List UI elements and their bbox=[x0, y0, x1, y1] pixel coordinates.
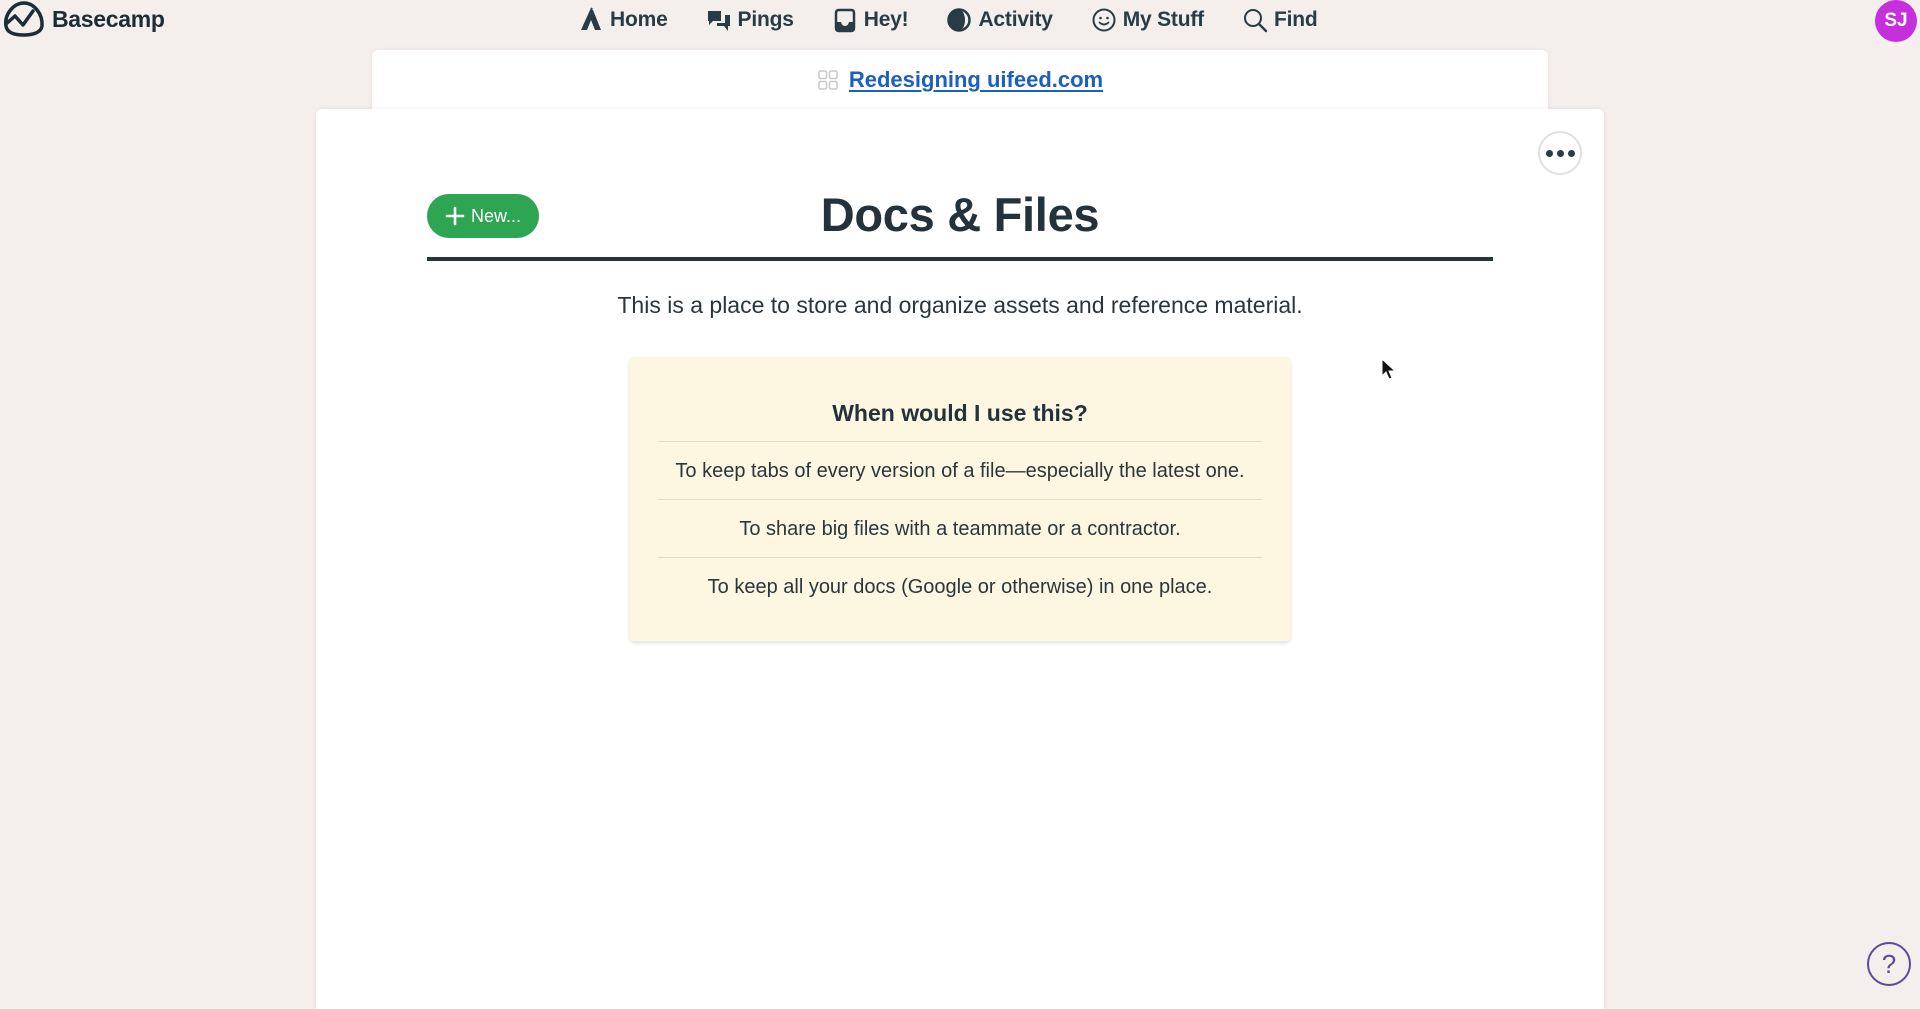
app-name: Basecamp bbox=[52, 5, 165, 32]
nav-hey[interactable]: Hey! bbox=[832, 7, 909, 33]
project-grid-icon bbox=[818, 70, 838, 90]
help-card: When would I use this? To keep tabs of e… bbox=[630, 357, 1290, 641]
nav-activity[interactable]: Activity bbox=[946, 7, 1053, 33]
title-divider bbox=[427, 257, 1493, 261]
chat-bubbles-icon bbox=[707, 11, 730, 31]
nav-hey-label: Hey! bbox=[863, 8, 909, 31]
help-card-item: To keep tabs of every version of a file—… bbox=[658, 442, 1262, 500]
inbox-tray-icon bbox=[834, 8, 855, 33]
nav-home-label: Home bbox=[610, 8, 668, 31]
user-initials: SJ bbox=[1884, 10, 1908, 31]
smiley-face-icon bbox=[1092, 8, 1116, 32]
help-card-item: To share big files with a teammate or a … bbox=[658, 500, 1262, 558]
nav-activity-label: Activity bbox=[978, 8, 1053, 31]
project-breadcrumb: Redesigning uifeed.com bbox=[817, 66, 1103, 94]
nav-my-stuff-label: My Stuff bbox=[1122, 8, 1204, 31]
nav-pings[interactable]: Pings bbox=[706, 7, 794, 33]
nav-home[interactable]: Home bbox=[578, 7, 668, 33]
ellipsis-icon-dot bbox=[1567, 149, 1575, 157]
main-nav: Home Pings Hey! Activity My Stuff Find bbox=[578, 0, 1355, 40]
basecamp-logo[interactable]: Basecamp bbox=[2, 0, 165, 38]
search-icon bbox=[1243, 9, 1268, 33]
nav-find-label: Find bbox=[1273, 8, 1318, 31]
page-title: Docs & Files bbox=[820, 188, 1100, 241]
docs-files-panel: New... Docs & Files This is a place to s… bbox=[316, 109, 1604, 1009]
nav-my-stuff[interactable]: My Stuff bbox=[1091, 7, 1204, 33]
user-avatar[interactable]: SJ bbox=[1875, 0, 1917, 42]
help-card-heading: When would I use this? bbox=[658, 357, 1262, 442]
question-mark-icon: ? bbox=[1881, 948, 1897, 979]
ellipsis-icon-dot bbox=[1545, 149, 1553, 157]
page-description: This is a place to store and organize as… bbox=[617, 292, 1303, 318]
nav-pings-label: Pings bbox=[737, 8, 794, 31]
top-navigation: Basecamp Home Pings Hey! Activity My Stu… bbox=[0, 0, 1920, 42]
project-name-link[interactable]: Redesigning uifeed.com bbox=[849, 67, 1103, 93]
home-tent-icon bbox=[581, 7, 601, 30]
mouse-cursor-icon bbox=[1381, 358, 1397, 380]
nav-find[interactable]: Find bbox=[1242, 7, 1318, 33]
help-button[interactable]: ? bbox=[1867, 942, 1911, 986]
ellipsis-icon-dot bbox=[1556, 149, 1564, 157]
more-options-button[interactable] bbox=[1538, 131, 1582, 175]
half-moon-icon bbox=[947, 8, 972, 32]
basecamp-logo-icon bbox=[4, 1, 44, 37]
help-card-item: To keep all your docs (Google or otherwi… bbox=[707, 576, 1213, 598]
